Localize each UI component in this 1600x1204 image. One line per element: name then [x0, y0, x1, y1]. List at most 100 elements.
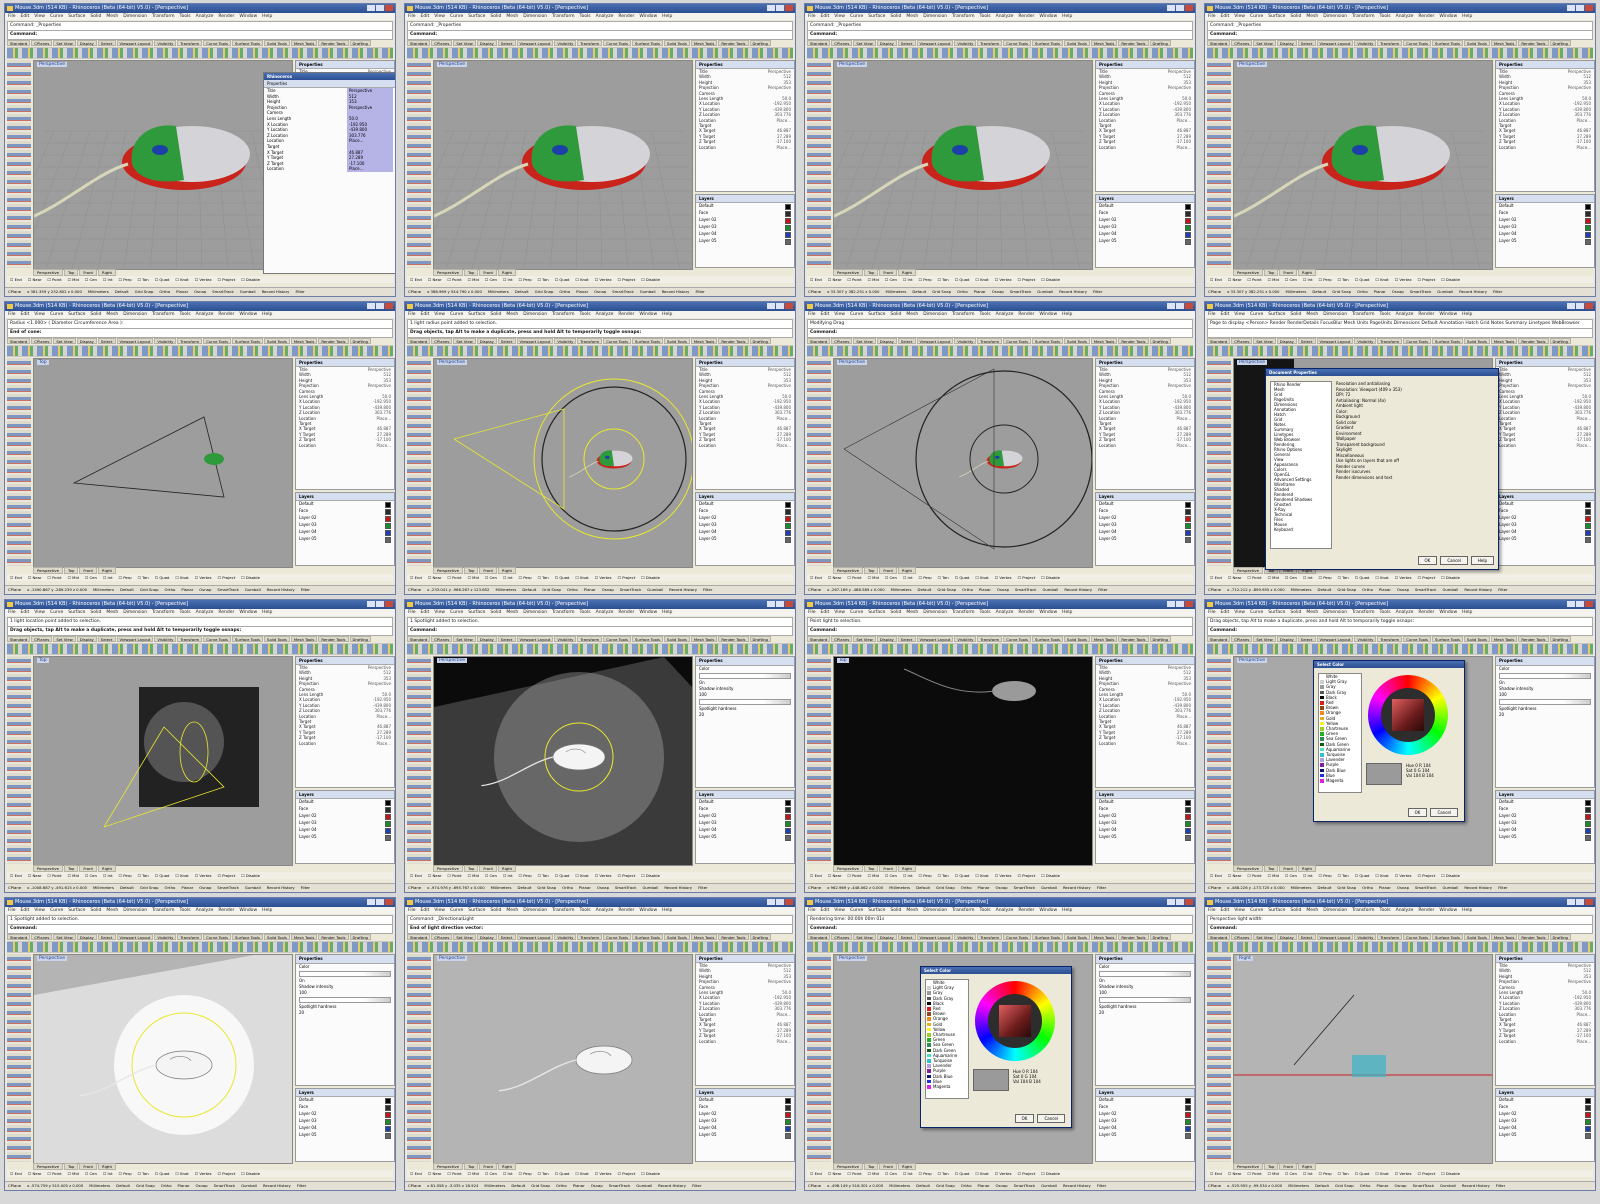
toolbar-tab[interactable]: Render Tools: [1518, 636, 1549, 642]
status-item[interactable]: Osnap: [602, 586, 614, 594]
toolbar-tab[interactable]: Drafting: [1549, 934, 1571, 940]
osnap-option[interactable]: ☐ Cen: [885, 872, 897, 879]
toolbar-tab[interactable]: CPlanes: [431, 338, 453, 344]
toolbar-tab[interactable]: Curve Tools: [1003, 338, 1031, 344]
menu-item[interactable]: View: [1234, 13, 1245, 20]
layer-row[interactable]: Layer 04: [1496, 231, 1594, 238]
menu-item[interactable]: Dimension: [1323, 311, 1347, 318]
osnap-option[interactable]: ☐ Quad: [955, 1170, 970, 1177]
status-item[interactable]: Planar: [979, 586, 991, 594]
menu-item[interactable]: File: [808, 907, 816, 914]
menu-item[interactable]: Transform: [1352, 609, 1374, 616]
osnap-option[interactable]: ☐ Disable: [241, 1170, 260, 1177]
layer-row[interactable]: Layer 03: [1096, 522, 1194, 529]
color-list-item[interactable]: Magenta: [1319, 778, 1361, 783]
toolbar-tab[interactable]: Display: [1276, 40, 1297, 46]
layer-row[interactable]: Default: [296, 501, 394, 508]
status-item[interactable]: SmartTrack: [612, 288, 633, 296]
toolbar-tab[interactable]: Viewport Layout: [1316, 338, 1354, 344]
menu-item[interactable]: Render: [1018, 609, 1034, 616]
layer-color-swatch[interactable]: [1585, 218, 1591, 224]
property-value[interactable]: Perspective: [1168, 681, 1191, 686]
left-toolbar[interactable]: [7, 60, 31, 268]
toolbar-tab[interactable]: Mesh Tools: [1490, 40, 1518, 46]
light-properties-panel[interactable]: Properties Color On Shadow intensity 100 Spot…: [1495, 656, 1595, 788]
menu-item[interactable]: View: [834, 907, 845, 914]
toolbar-tab[interactable]: Transform: [1377, 636, 1403, 642]
status-item[interactable]: Ortho: [1362, 884, 1373, 892]
menu-item[interactable]: Mesh: [106, 907, 118, 914]
toolbar-tab[interactable]: Select: [497, 338, 516, 344]
menu-item[interactable]: Edit: [1221, 311, 1230, 318]
command-prompt[interactable]: Command:: [1207, 626, 1593, 636]
status-item[interactable]: Millimeters: [488, 288, 509, 296]
viewport[interactable]: Perspective: [433, 60, 693, 270]
menu-item[interactable]: Tools: [1380, 13, 1391, 20]
layer-row[interactable]: Layer 04: [696, 1125, 794, 1132]
menu-item[interactable]: Transform: [952, 13, 974, 20]
osnap-option[interactable]: ☐ Cen: [1285, 1170, 1297, 1177]
toolbar-tab[interactable]: Set View: [853, 934, 876, 940]
toolbar-tab[interactable]: Mesh Tools: [1090, 338, 1118, 344]
layer-row[interactable]: Face: [696, 210, 794, 217]
menu-item[interactable]: File: [8, 13, 16, 20]
menu-item[interactable]: Mesh: [1306, 13, 1318, 20]
viewport-canvas[interactable]: [834, 61, 1092, 269]
maximize-button[interactable]: [1576, 5, 1584, 11]
toolbar-tab[interactable]: Drafting: [1149, 40, 1171, 46]
command-prompt[interactable]: [1207, 328, 1593, 338]
status-item[interactable]: Gumball: [245, 586, 261, 594]
toolbar-tab[interactable]: Drafting: [349, 338, 371, 344]
osnap-option[interactable]: ☐ Int: [103, 1170, 113, 1177]
toolbar-tab[interactable]: Viewport Layout: [516, 934, 554, 940]
menu-item[interactable]: Surface: [1268, 609, 1285, 616]
property-value[interactable]: Perspective: [1568, 383, 1591, 388]
layer-row[interactable]: Default: [696, 203, 794, 210]
osnap-option[interactable]: ☐ Int: [903, 1170, 913, 1177]
maximize-button[interactable]: [1176, 899, 1184, 905]
layer-row[interactable]: Default: [1496, 203, 1594, 210]
layers-panel[interactable]: LayersDefaultFaceLayer 02Layer 03Layer 0…: [1495, 492, 1595, 566]
viewport-tab[interactable]: Top: [1264, 269, 1279, 276]
toolbar-tab[interactable]: Select: [1297, 40, 1316, 46]
toolbar-tab[interactable]: Display: [76, 934, 97, 940]
layer-color-swatch[interactable]: [1185, 800, 1191, 806]
layer-color-swatch[interactable]: [785, 204, 791, 210]
toolbar-tab[interactable]: Surface Tools: [232, 934, 264, 940]
menu-item[interactable]: Curve: [450, 609, 463, 616]
status-item[interactable]: Gumball: [1042, 586, 1058, 594]
layer-color-swatch[interactable]: [385, 1126, 391, 1132]
viewport-tab[interactable]: Perspective: [833, 269, 863, 276]
toolbar-tab[interactable]: Select: [97, 40, 116, 46]
viewport-label[interactable]: Perspective: [437, 62, 468, 67]
dialog-button[interactable]: OK: [1014, 1114, 1035, 1123]
status-item[interactable]: Default: [1318, 884, 1332, 892]
osnap-option[interactable]: ☐ Knot: [575, 574, 588, 581]
menu-item[interactable]: Solid: [90, 907, 101, 914]
status-item[interactable]: Default: [912, 288, 926, 296]
menu-item[interactable]: Dimension: [123, 609, 147, 616]
command-prompt[interactable]: Command:: [1207, 924, 1593, 934]
menu-item[interactable]: Solid: [490, 13, 501, 20]
status-item[interactable]: Grid Snap: [140, 586, 159, 594]
viewport-tab[interactable]: Right: [1298, 269, 1317, 276]
status-item[interactable]: Ortho: [161, 1182, 172, 1190]
menu-item[interactable]: Tools: [980, 13, 991, 20]
dialog-button[interactable]: Cancel: [1440, 556, 1468, 565]
layer-color-swatch[interactable]: [1585, 509, 1591, 515]
osnap-option[interactable]: ☐ Perp: [919, 276, 932, 283]
close-button[interactable]: [785, 601, 793, 607]
maximize-button[interactable]: [776, 899, 784, 905]
toolbar-tab[interactable]: Standard: [807, 40, 831, 46]
hsv-row[interactable]: Val 104 B 104: [1406, 773, 1456, 778]
status-item[interactable]: Ortho: [165, 586, 176, 594]
toolbar-tab[interactable]: Drafting: [749, 934, 771, 940]
toolbar-tab[interactable]: Solid Tools: [664, 338, 690, 344]
layer-color-swatch[interactable]: [1185, 814, 1191, 820]
layer-row[interactable]: Layer 04: [696, 827, 794, 834]
toolbar-tab[interactable]: Transform: [1377, 934, 1403, 940]
layer-row[interactable]: Layer 05: [1496, 834, 1594, 841]
menu-item[interactable]: Transform: [152, 311, 174, 318]
osnap-option[interactable]: ☐ Cen: [85, 872, 97, 879]
properties-panel[interactable]: PropertiesTitlePerspectiveWidth512Height…: [695, 954, 795, 1086]
